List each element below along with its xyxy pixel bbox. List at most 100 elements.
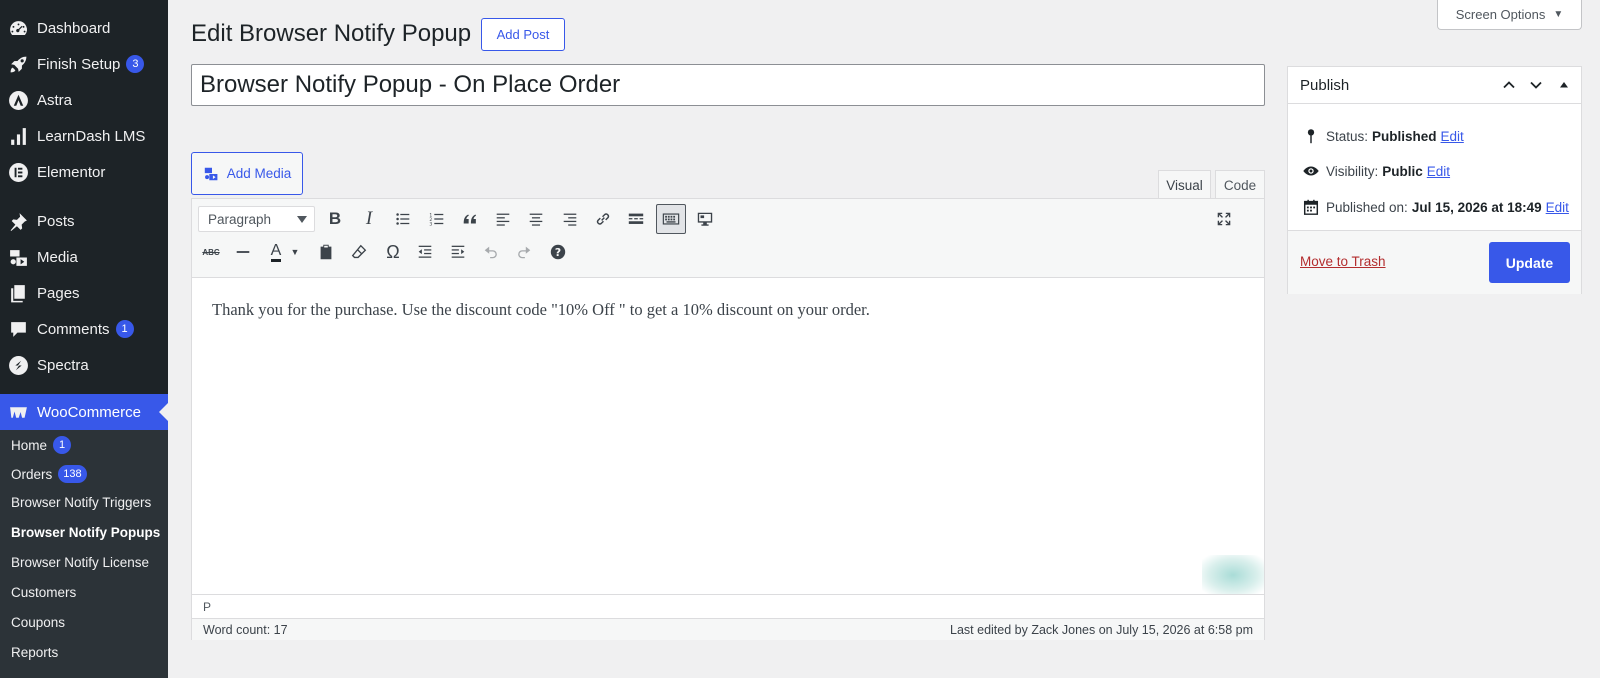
menu-label: Astra bbox=[37, 91, 73, 109]
strikethrough-button[interactable]: ABC bbox=[197, 238, 225, 266]
editor-status-bar: Word count: 17 Last edited by Zack Jones… bbox=[192, 618, 1264, 640]
align-left-icon bbox=[496, 213, 510, 226]
post-title-input[interactable]: Browser Notify Popup - On Place Order bbox=[191, 64, 1265, 106]
numbered-list-button[interactable]: 123 bbox=[423, 205, 451, 233]
align-center-icon bbox=[529, 213, 543, 226]
pages-icon bbox=[6, 281, 30, 305]
redo-icon bbox=[518, 246, 531, 259]
visibility-value: Public bbox=[1382, 163, 1423, 179]
caret-down-icon: ▼ bbox=[290, 247, 300, 257]
horizontal-line-button[interactable] bbox=[229, 238, 257, 266]
desktop-icon bbox=[697, 212, 713, 226]
blockquote-button[interactable] bbox=[456, 205, 484, 233]
menu-label: Dashboard bbox=[37, 19, 111, 37]
move-down-button[interactable] bbox=[1526, 75, 1546, 95]
submenu-reports[interactable]: Reports bbox=[11, 645, 58, 660]
submenu-browser-notify-triggers[interactable]: Browser Notify Triggers bbox=[11, 495, 151, 510]
submenu-orders[interactable]: Orders 138 bbox=[11, 465, 87, 483]
editor-content[interactable]: Thank you for the purchase. Use the disc… bbox=[212, 300, 870, 320]
editor-resize-handle[interactable] bbox=[1202, 555, 1264, 595]
post-editor: Paragraph B I 123 ABC A ▼ Ω ? Thank you … bbox=[191, 198, 1265, 640]
menu-finish-setup[interactable]: Finish Setup 3 bbox=[0, 46, 168, 82]
editor-toolbar: Paragraph B I 123 ABC A ▼ Ω ? bbox=[192, 199, 1264, 278]
pushpin-icon bbox=[6, 209, 30, 233]
media-icon bbox=[6, 245, 30, 269]
italic-button[interactable]: I bbox=[355, 205, 383, 233]
submenu-label: Orders bbox=[11, 466, 53, 482]
add-post-button[interactable]: Add Post bbox=[481, 18, 565, 51]
dashboard-icon bbox=[6, 16, 30, 40]
page-title: Edit Browser Notify Popup bbox=[191, 20, 472, 47]
calendar-icon bbox=[1300, 196, 1322, 218]
published-value: Jul 15, 2026 at 18:49 bbox=[1411, 199, 1542, 215]
indent-button[interactable] bbox=[444, 238, 472, 266]
pin-icon bbox=[1300, 125, 1322, 147]
text-color-button[interactable]: A bbox=[262, 238, 290, 266]
menu-label: Finish Setup bbox=[37, 55, 121, 73]
submenu-customers[interactable]: Customers bbox=[11, 585, 76, 600]
submenu-home[interactable]: Home 1 bbox=[11, 436, 72, 454]
special-character-button[interactable]: Ω bbox=[379, 238, 407, 266]
tab-code[interactable]: Code bbox=[1215, 170, 1265, 199]
bullet-list-button[interactable] bbox=[389, 205, 417, 233]
toolbar-toggle-button[interactable] bbox=[656, 204, 686, 234]
menu-label: Media bbox=[37, 248, 78, 266]
add-media-label: Add Media bbox=[226, 166, 292, 181]
edit-date-link[interactable]: Edit bbox=[1546, 200, 1569, 215]
fullscreen-button[interactable] bbox=[1210, 205, 1238, 233]
move-up-button[interactable] bbox=[1499, 75, 1519, 95]
bold-button[interactable]: B bbox=[321, 205, 349, 233]
menu-pages[interactable]: Pages bbox=[0, 275, 168, 311]
add-media-button[interactable]: Add Media bbox=[191, 152, 303, 195]
redo-button[interactable] bbox=[510, 238, 538, 266]
submenu-label: Home bbox=[11, 437, 48, 453]
menu-label: WooCommerce bbox=[37, 403, 141, 421]
svg-text:?: ? bbox=[555, 246, 561, 259]
menu-posts[interactable]: Posts bbox=[0, 203, 168, 239]
edit-status-link[interactable]: Edit bbox=[1441, 129, 1464, 144]
screen-options-button[interactable]: Screen Options ▼ bbox=[1437, 0, 1582, 30]
submenu-coupons[interactable]: Coupons bbox=[11, 615, 65, 630]
align-center-button[interactable] bbox=[522, 205, 550, 233]
text-color-dropdown[interactable]: ▼ bbox=[287, 238, 303, 266]
menu-comments[interactable]: Comments 1 bbox=[0, 311, 168, 347]
format-select-value: Paragraph bbox=[208, 211, 272, 227]
chart-bars-icon bbox=[6, 124, 30, 148]
publish-actions: Move to Trash Update bbox=[1288, 230, 1581, 294]
help-icon: ? bbox=[550, 244, 566, 260]
update-count-badge: 3 bbox=[126, 55, 145, 73]
submenu-browser-notify-license[interactable]: Browser Notify License bbox=[11, 555, 149, 570]
align-left-button[interactable] bbox=[489, 205, 517, 233]
chevron-down-icon bbox=[1530, 81, 1542, 89]
menu-astra[interactable]: Astra bbox=[0, 82, 168, 118]
undo-button[interactable] bbox=[477, 238, 505, 266]
read-more-button[interactable] bbox=[622, 205, 650, 233]
strikethrough-icon: ABC bbox=[202, 247, 220, 257]
menu-learndash[interactable]: LearnDash LMS bbox=[0, 118, 168, 154]
clear-formatting-button[interactable] bbox=[345, 238, 373, 266]
toggle-panel-button[interactable] bbox=[1554, 75, 1574, 95]
move-to-trash-link[interactable]: Move to Trash bbox=[1300, 254, 1386, 269]
clipboard-icon bbox=[320, 244, 332, 260]
menu-dashboard[interactable]: Dashboard bbox=[0, 10, 168, 46]
menu-spectra[interactable]: Spectra bbox=[0, 347, 168, 383]
edit-visibility-link[interactable]: Edit bbox=[1427, 164, 1450, 179]
outdent-button[interactable] bbox=[411, 238, 439, 266]
publish-title: Publish bbox=[1300, 76, 1350, 94]
text-color-icon: A bbox=[270, 242, 282, 262]
tab-visual[interactable]: Visual bbox=[1158, 170, 1211, 199]
help-button[interactable]: ? bbox=[544, 238, 572, 266]
visibility-row: Visibility: Public Edit bbox=[1300, 160, 1450, 182]
update-button[interactable]: Update bbox=[1489, 242, 1570, 283]
align-right-button[interactable] bbox=[556, 205, 584, 233]
menu-media[interactable]: Media bbox=[0, 239, 168, 275]
status-value: Published bbox=[1372, 128, 1437, 144]
element-path: P bbox=[192, 594, 1264, 618]
menu-woocommerce[interactable]: WooCommerce bbox=[0, 394, 168, 430]
insert-link-button[interactable] bbox=[589, 205, 617, 233]
paste-text-button[interactable] bbox=[312, 238, 340, 266]
menu-elementor[interactable]: Elementor bbox=[0, 154, 168, 190]
preview-button[interactable] bbox=[691, 205, 719, 233]
format-select[interactable]: Paragraph bbox=[198, 206, 315, 232]
submenu-browser-notify-popups[interactable]: Browser Notify Popups bbox=[11, 525, 160, 540]
